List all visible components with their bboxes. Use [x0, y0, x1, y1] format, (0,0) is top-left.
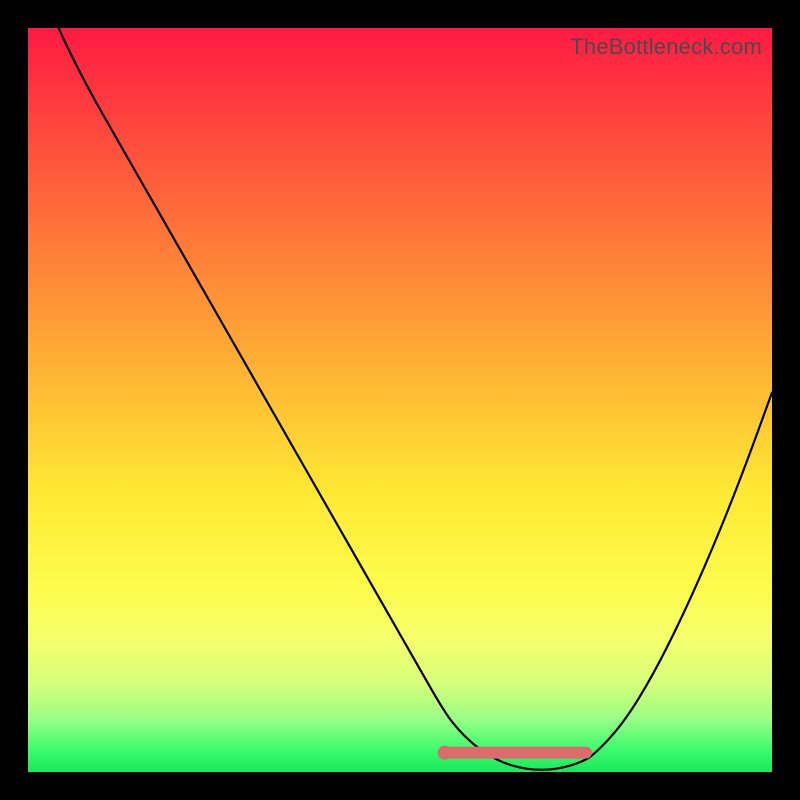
bottleneck-curve: [28, 0, 772, 770]
chart-plot-area: TheBottleneck.com: [28, 28, 772, 772]
chart-svg: [28, 28, 772, 772]
optimal-start-dot: [438, 746, 452, 760]
chart-frame: TheBottleneck.com: [0, 0, 800, 800]
